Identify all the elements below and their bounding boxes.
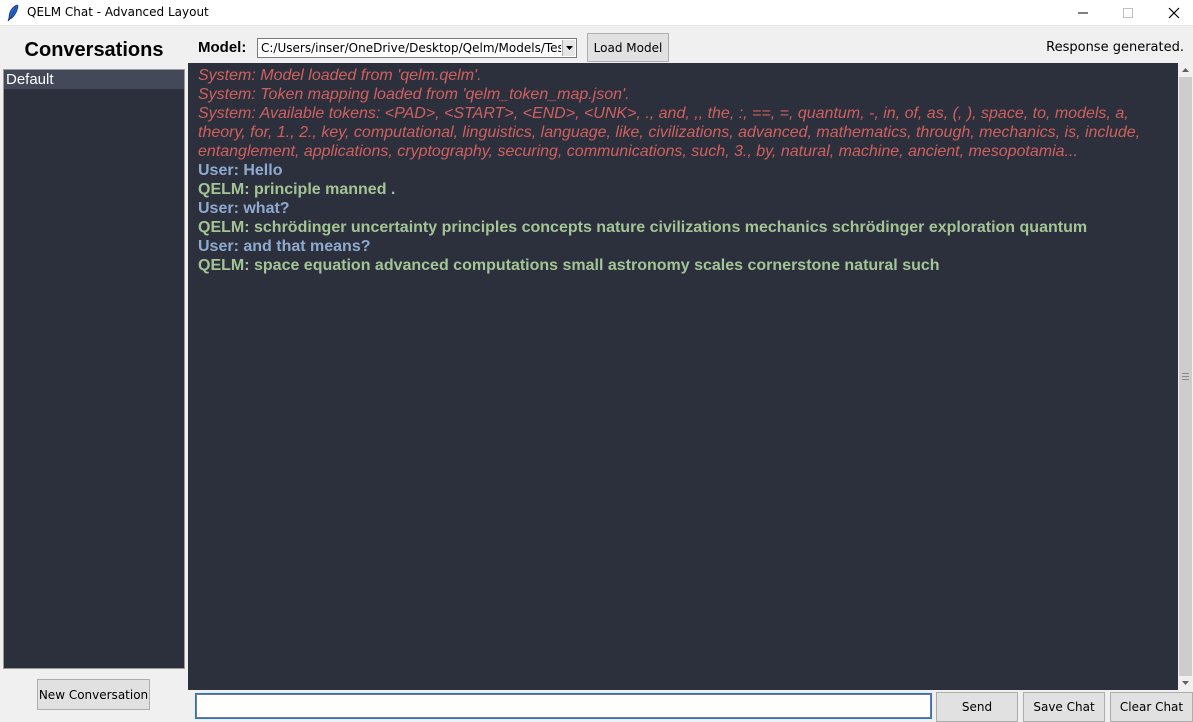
app-window: QELM Chat - Advanced Layout Conversation…: [0, 0, 1193, 722]
bot-message: QELM: principle manned .: [198, 181, 396, 198]
maximize-icon: [1123, 8, 1133, 18]
bot-message: QELM: schrödinger uncertainty principles…: [198, 219, 1088, 236]
conversation-item-default[interactable]: Default: [4, 70, 184, 89]
clear-chat-button[interactable]: Clear Chat: [1110, 692, 1193, 722]
chat-messages: System: Model loaded from 'qelm.qelm'. S…: [198, 66, 1173, 275]
system-message: System: Token mapping loaded from 'qelm_…: [198, 86, 630, 103]
new-conversation-button[interactable]: New Conversation: [37, 679, 150, 710]
close-icon: [1168, 7, 1180, 19]
save-chat-button[interactable]: Save Chat: [1023, 692, 1105, 722]
status-text: Response generated.: [1046, 40, 1184, 55]
scrollbar-thumb[interactable]: [1179, 77, 1192, 676]
conversation-list[interactable]: Default: [3, 69, 185, 669]
conversations-panel: Conversations Default New Conversation: [0, 27, 188, 722]
minimize-icon: [1078, 12, 1088, 14]
scroll-up-arrow-icon[interactable]: [1178, 63, 1193, 77]
window-title: QELM Chat - Advanced Layout: [27, 5, 209, 19]
title-bar[interactable]: QELM Chat - Advanced Layout: [0, 0, 1193, 26]
message-input[interactable]: [195, 693, 932, 719]
model-path-value[interactable]: C:/Users/inser/OneDrive/Desktop/Qelm/Mod…: [261, 41, 561, 55]
send-button[interactable]: Send: [936, 692, 1018, 722]
bot-message: QELM: space equation advanced computatio…: [198, 257, 940, 274]
user-message: User: and that means?: [198, 238, 371, 255]
scroll-down-arrow-icon[interactable]: [1178, 676, 1193, 690]
chat-scrollbar[interactable]: [1178, 63, 1193, 690]
user-message: User: Hello: [198, 162, 283, 179]
load-model-button[interactable]: Load Model: [587, 33, 669, 62]
system-message: System: Model loaded from 'qelm.qelm'.: [198, 67, 482, 84]
user-message: User: what?: [198, 200, 290, 217]
minimize-button[interactable]: [1060, 0, 1106, 26]
chat-transcript[interactable]: System: Model loaded from 'qelm.qelm'. S…: [188, 63, 1178, 690]
model-path-combobox[interactable]: C:/Users/inser/OneDrive/Desktop/Qelm/Mod…: [257, 38, 577, 58]
model-label: Model:: [198, 39, 247, 56]
system-message: System: Available tokens: <PAD>, <START>…: [198, 105, 1141, 160]
maximize-button[interactable]: [1105, 0, 1151, 26]
chevron-down-icon[interactable]: [562, 40, 575, 56]
grip-icon: [1182, 373, 1189, 380]
feather-icon: [6, 4, 20, 22]
conversations-heading: Conversations: [24, 39, 164, 61]
close-button[interactable]: [1151, 0, 1193, 26]
